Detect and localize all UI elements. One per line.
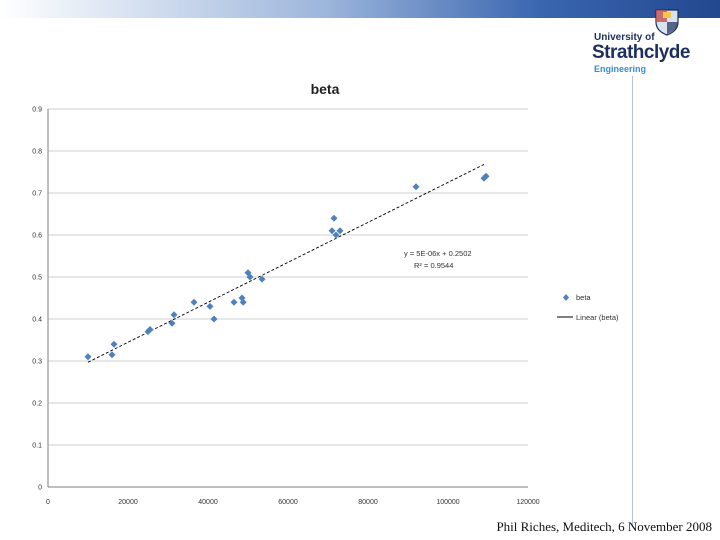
y-tick-label: 0.4	[32, 317, 42, 324]
axes	[47, 109, 528, 488]
y-tick-label: 0.7	[32, 191, 42, 198]
chart-title: beta	[311, 81, 340, 97]
x-tick-label: 40000	[198, 499, 218, 506]
scatter-chart: beta 0 20000 40000 60000 80000 100000 120000 0…	[32, 81, 619, 506]
data-point	[84, 353, 92, 361]
x-tick-label: 80000	[358, 499, 378, 506]
chart-legend: beta Linear (beta)	[557, 293, 619, 322]
data-point	[108, 351, 116, 359]
data-point	[210, 315, 218, 323]
data-point	[110, 340, 118, 348]
r-squared-label: R² = 0.9544	[414, 261, 453, 270]
legend-label-beta: beta	[576, 293, 591, 302]
regression-annotation: y = 5E-06x + 0.2502 R² = 0.9544	[404, 249, 472, 270]
y-tick-label: 0.1	[32, 443, 42, 450]
data-point	[190, 298, 198, 306]
footer-credit: Phil Riches, Meditech, 6 November 2008	[496, 519, 712, 534]
x-tick-labels: 0 20000 40000 60000 80000 100000 120000	[46, 499, 540, 506]
data-point	[412, 183, 420, 191]
data-point	[230, 298, 238, 306]
x-tick-label: 120000	[516, 499, 539, 506]
x-tick-label: 100000	[436, 499, 459, 506]
y-tick-label: 0.9	[32, 107, 42, 114]
x-tick-label: 60000	[278, 499, 298, 506]
data-point	[330, 214, 338, 222]
legend-label-trendline: Linear (beta)	[576, 313, 619, 322]
data-point	[168, 319, 176, 327]
legend-marker-beta	[563, 294, 569, 301]
x-tick-label: 0	[46, 499, 50, 506]
y-tick-label: 0.2	[32, 401, 42, 408]
y-tick-label: 0	[38, 485, 42, 492]
data-point	[170, 311, 178, 319]
y-tick-label: 0.5	[32, 275, 42, 282]
data-point	[206, 302, 214, 310]
y-tick-labels: 0 0.1 0.2 0.3 0.4 0.5 0.6 0.7 0.8 0.9	[32, 107, 42, 492]
y-tick-label: 0.3	[32, 359, 42, 366]
regression-equation: y = 5E-06x + 0.2502	[404, 249, 472, 258]
gridlines	[48, 108, 528, 446]
x-tick-label: 20000	[118, 499, 138, 506]
y-tick-label: 0.8	[32, 149, 42, 156]
y-tick-label: 0.6	[32, 233, 42, 240]
